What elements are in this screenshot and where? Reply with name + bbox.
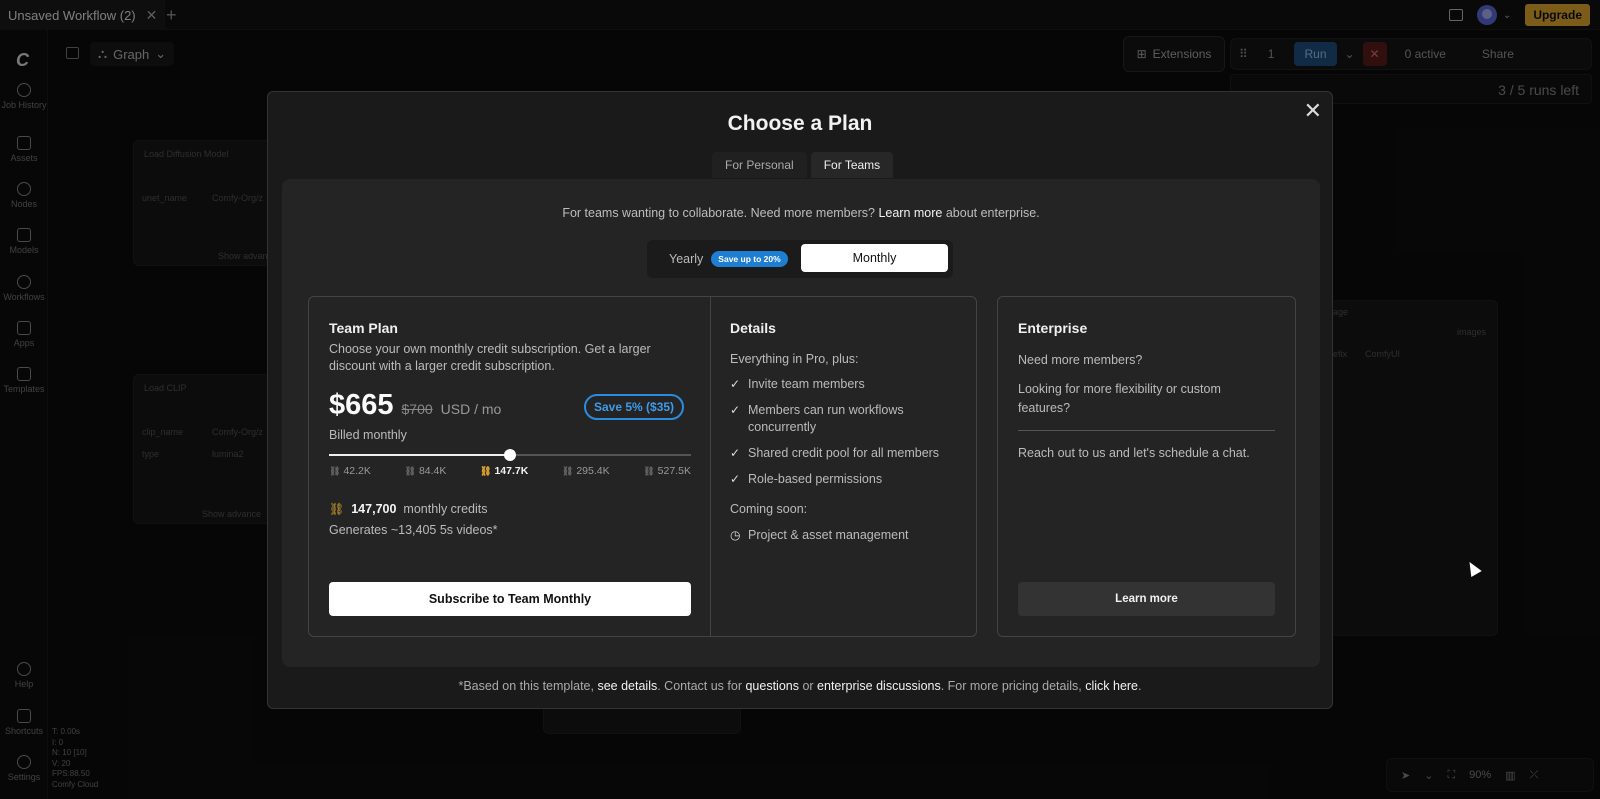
teams-intro: For teams wanting to collaborate. Need m… — [282, 206, 1320, 220]
tier-label: 295.4K — [576, 465, 610, 477]
footer-text: . For more pricing details, — [940, 679, 1086, 693]
tier-option[interactable]: ⛓ 527.5K — [643, 465, 691, 477]
slider-fill — [329, 454, 510, 456]
tab-for-personal[interactable]: For Personal — [712, 152, 807, 178]
team-plan-title: Team Plan — [329, 320, 398, 336]
price-current: $665 — [329, 389, 394, 421]
tier-label: 84.4K — [418, 465, 447, 477]
enterprise-title: Enterprise — [1018, 320, 1088, 336]
billing-period-toggle: Yearly Save up to 20% Monthly — [647, 240, 953, 278]
check-icon: ✓ — [730, 403, 741, 417]
click-here-link[interactable]: click here — [1085, 679, 1138, 693]
details-item-text: Role-based permissions — [748, 472, 883, 486]
tier-option[interactable]: ⛓ 42.2K — [329, 465, 371, 477]
clock-icon: ◷ — [730, 528, 741, 542]
coming-soon-label: Coming soon: — [730, 502, 808, 516]
link-icon: ⛓ — [643, 465, 655, 476]
enterprise-line: Looking for more flexibility or custom f… — [1018, 382, 1221, 415]
dialog-title: Choose a Plan — [727, 112, 873, 135]
intro-text: For teams wanting to collaborate. Need m… — [562, 206, 879, 220]
choose-plan-dialog: ✕ Choose a Plan For Personal For Teams F… — [267, 91, 1333, 709]
credits-label: monthly credits — [403, 502, 488, 516]
questions-link[interactable]: questions — [745, 679, 799, 693]
yearly-option[interactable]: Yearly Save up to 20% — [657, 244, 800, 274]
details-title: Details — [730, 320, 776, 336]
monthly-credits: ⛓ 147,700 monthly credits — [329, 502, 487, 516]
enterprise-learn-more-button[interactable]: Learn more — [1018, 582, 1275, 616]
enterprise-divider — [1018, 430, 1275, 431]
see-details-link[interactable]: see details — [597, 679, 657, 693]
price: $665 $700 USD / mo — [329, 389, 501, 422]
tier-label: 147.7K — [494, 465, 529, 477]
pricing-footer: *Based on this template, see details. Co… — [268, 679, 1332, 693]
price-unit: USD / mo — [440, 401, 502, 417]
learn-more-enterprise-link[interactable]: Learn more — [878, 206, 942, 220]
credit-slider[interactable] — [329, 449, 691, 461]
price-original: $700 — [401, 401, 433, 417]
check-icon: ✓ — [730, 472, 741, 486]
yearly-label: Yearly — [669, 252, 704, 266]
link-icon: ⛓ — [404, 465, 416, 476]
coming-soon-item: ◷ Project & asset management — [730, 527, 950, 544]
coming-soon-text: Project & asset management — [748, 528, 909, 542]
tier-option[interactable]: ⛓ 295.4K — [562, 465, 610, 477]
footer-text: *Based on this template, — [458, 679, 598, 693]
details-item-text: Invite team members — [748, 377, 865, 391]
credits-icon: ⛓ — [329, 502, 345, 516]
generates-estimate: Generates ~13,405 5s videos* — [329, 523, 498, 537]
details-item: ✓ Role-based permissions — [730, 471, 950, 488]
credit-tiers: ⛓ 42.2K ⛓ 84.4K ⛓ 147.7K ⛓ 295.4K ⛓ 527.5K — [329, 465, 691, 477]
credits-amount: 147,700 — [351, 502, 397, 516]
monthly-option[interactable]: Monthly — [801, 244, 948, 272]
details-item: ✓ Invite team members — [730, 376, 950, 393]
slider-thumb[interactable] — [504, 449, 516, 461]
plan-tabs: For Personal For Teams — [712, 152, 894, 178]
tier-option-selected[interactable]: ⛓ 147.7K — [480, 465, 528, 477]
link-icon: ⛓ — [329, 465, 341, 476]
subscribe-team-monthly-button[interactable]: Subscribe to Team Monthly — [329, 582, 691, 616]
footer-text: or — [798, 679, 818, 693]
details-item-text: Members can run workflows concurrently — [748, 403, 904, 434]
link-icon: ⛓ — [480, 465, 492, 476]
billed-monthly-label: Billed monthly — [329, 428, 407, 442]
tier-label: 42.2K — [343, 465, 371, 477]
footer-text: . — [1138, 679, 1142, 693]
tab-for-teams[interactable]: For Teams — [810, 152, 894, 178]
save-percent-badge: Save 5% ($35) — [584, 394, 685, 420]
details-subtitle: Everything in Pro, plus: — [730, 352, 859, 366]
team-plan-description: Choose your own monthly credit subscript… — [329, 342, 651, 373]
details-item: ✓ Shared credit pool for all members — [730, 445, 950, 462]
enterprise-line: Reach out to us and let's schedule a cha… — [1018, 446, 1250, 460]
plan-content: For teams wanting to collaborate. Need m… — [282, 179, 1320, 667]
card-divider — [710, 297, 711, 636]
link-icon: ⛓ — [561, 465, 574, 476]
team-plan-card: Team Plan Choose your own monthly credit… — [308, 296, 977, 637]
enterprise-line: Need more members? — [1018, 353, 1143, 367]
enterprise-card: Enterprise Need more members? Looking fo… — [997, 296, 1296, 637]
check-icon: ✓ — [730, 377, 741, 391]
check-icon: ✓ — [730, 446, 741, 460]
footer-text: . Contact us for — [657, 679, 746, 693]
enterprise-discussions-link[interactable]: enterprise discussions — [817, 679, 941, 693]
intro-text: about enterprise. — [942, 206, 1040, 220]
details-item: ✓ Members can run workflows concurrently — [730, 402, 950, 436]
tier-option[interactable]: ⛓ 84.4K — [405, 465, 447, 477]
details-item-text: Shared credit pool for all members — [748, 446, 940, 460]
tier-label: 527.5K — [657, 465, 691, 477]
save-badge: Save up to 20% — [711, 251, 788, 267]
